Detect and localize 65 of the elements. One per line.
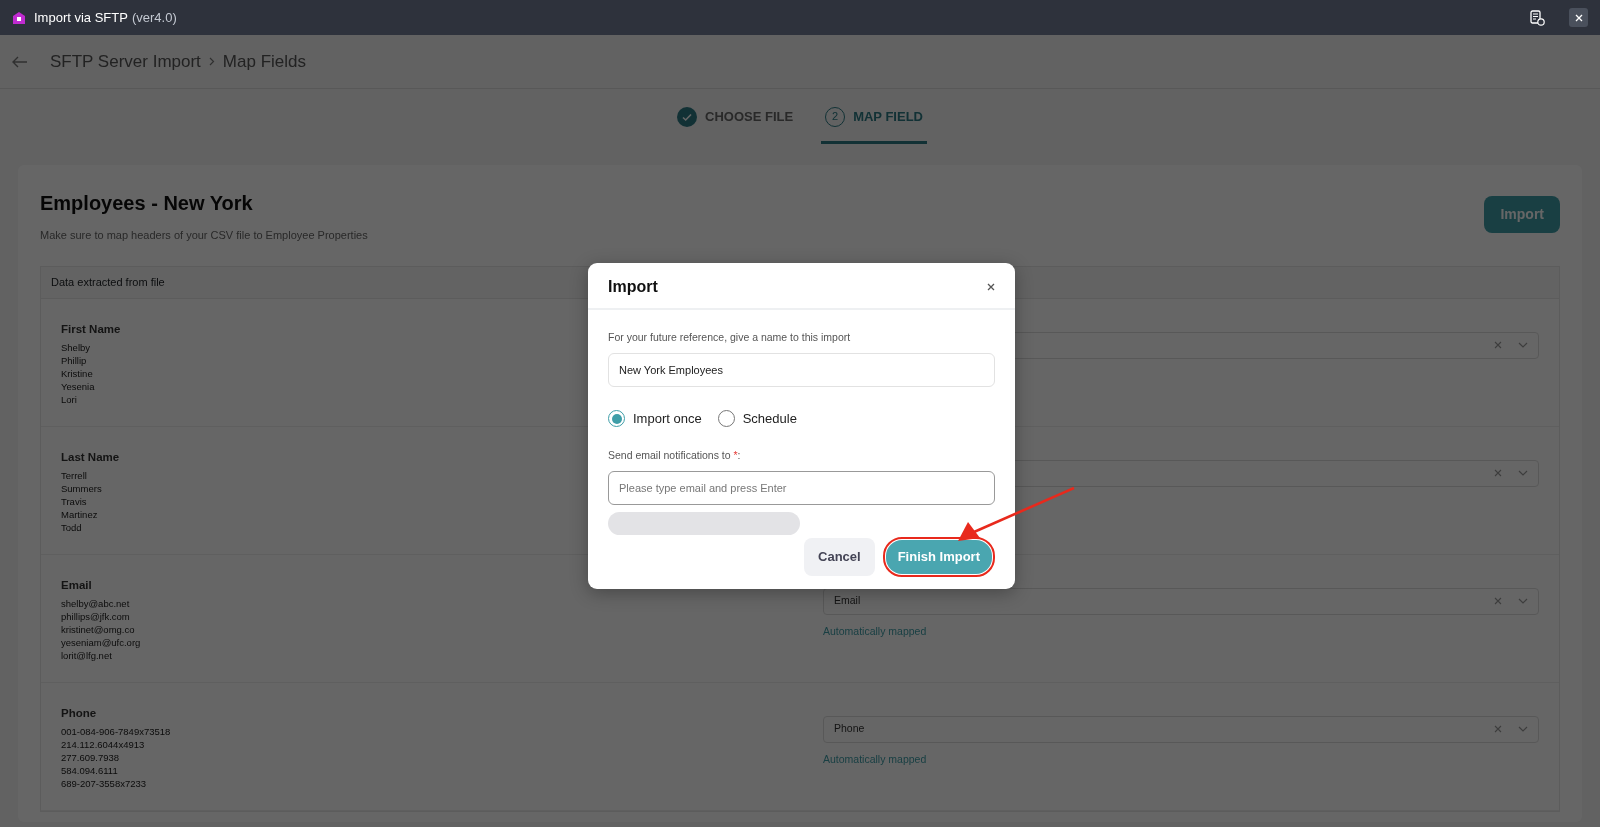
chevron-down-icon[interactable] xyxy=(1518,470,1528,476)
app-logo-icon xyxy=(12,10,26,25)
field-name: Email xyxy=(61,577,92,593)
sample-value: phillips@jfk.com xyxy=(61,609,130,623)
select-value: Phone xyxy=(834,721,866,737)
version-label: (ver4.0) xyxy=(131,8,177,27)
chevron-down-icon[interactable] xyxy=(1518,342,1528,348)
sample-value: 214.112.6044x4913 xyxy=(61,737,145,751)
radio-label: Import once xyxy=(633,409,702,428)
field-label: Send email notifications to *: xyxy=(608,448,742,464)
sample-value: Shelby xyxy=(61,340,91,354)
sample-value: Travis xyxy=(61,494,87,508)
document-icon[interactable] xyxy=(1530,9,1545,26)
step-tab[interactable]: CHOOSE FILE xyxy=(673,92,798,144)
check-circle-icon xyxy=(677,106,697,127)
mapping-select[interactable]: Phone xyxy=(823,715,1539,743)
import-button[interactable]: Import xyxy=(1484,196,1560,233)
field-name: Phone xyxy=(61,705,97,721)
close-button[interactable] xyxy=(1569,8,1588,27)
sample-value: 584.094.6111 xyxy=(61,763,118,777)
sample-value: Phillip xyxy=(61,353,87,367)
sample-value: Summers xyxy=(61,481,102,495)
sample-value: 689-207-3558x7233 xyxy=(61,776,147,790)
clear-icon[interactable] xyxy=(1494,469,1502,477)
chevron-right-icon xyxy=(208,57,215,66)
cancel-button[interactable]: Cancel xyxy=(804,538,875,576)
mapping-note: Automatically mapped xyxy=(823,623,928,639)
sample-value: yeseniam@ufc.org xyxy=(61,635,141,649)
clear-icon[interactable] xyxy=(1494,597,1502,605)
sample-value: Todd xyxy=(61,520,82,534)
dialog-title: Import xyxy=(608,277,658,297)
sample-value: 277.609.7938 xyxy=(61,750,120,764)
sample-value: Yesenia xyxy=(61,379,95,393)
field-label: For your future reference, give a name to this import xyxy=(608,330,852,346)
clear-icon[interactable] xyxy=(1494,341,1502,349)
sample-value: 001-084-906-7849x73518 xyxy=(61,724,171,738)
chevron-down-icon[interactable] xyxy=(1518,726,1528,732)
mapping-note: Automatically mapped xyxy=(823,751,928,767)
field-name: First Name xyxy=(61,321,121,337)
close-icon xyxy=(1574,13,1583,22)
column-header: Data extracted from file xyxy=(51,274,165,290)
back-arrow-icon[interactable] xyxy=(12,55,28,68)
close-icon xyxy=(987,282,995,291)
breadcrumb-current: Map Fields xyxy=(222,50,306,73)
sample-value: Kristine xyxy=(61,366,93,380)
sample-value: kristinet@omg.co xyxy=(61,622,135,636)
close-button[interactable] xyxy=(987,282,995,291)
sample-value: Martinez xyxy=(61,507,98,521)
clear-icon[interactable] xyxy=(1494,725,1502,733)
select-value: Email xyxy=(834,593,862,609)
finish-import-button[interactable]: Finish Import xyxy=(885,540,992,574)
sample-value: shelby@abc.net xyxy=(61,596,130,610)
email-field[interactable]: Please type email and press Enter xyxy=(608,471,995,506)
import-name-field[interactable]: New York Employees xyxy=(608,352,995,387)
radio-label: Schedule xyxy=(742,409,797,428)
breadcrumb-link[interactable]: SFTP Server Import xyxy=(50,48,201,75)
sample-value: lorit@lfg.net xyxy=(61,648,112,662)
chevron-down-icon[interactable] xyxy=(1518,598,1528,604)
field-name: Last Name xyxy=(61,449,120,465)
sample-value: Terrell xyxy=(61,468,87,482)
step-tab[interactable]: 2 MAP FIELD xyxy=(821,92,927,144)
page-title: Employees - New York xyxy=(40,191,254,215)
sample-value: Lori xyxy=(61,392,77,406)
page-subtitle: Make sure to map headers of your CSV file to Employee Properties xyxy=(40,228,368,243)
window-title: Import via SFTP xyxy=(34,8,128,27)
